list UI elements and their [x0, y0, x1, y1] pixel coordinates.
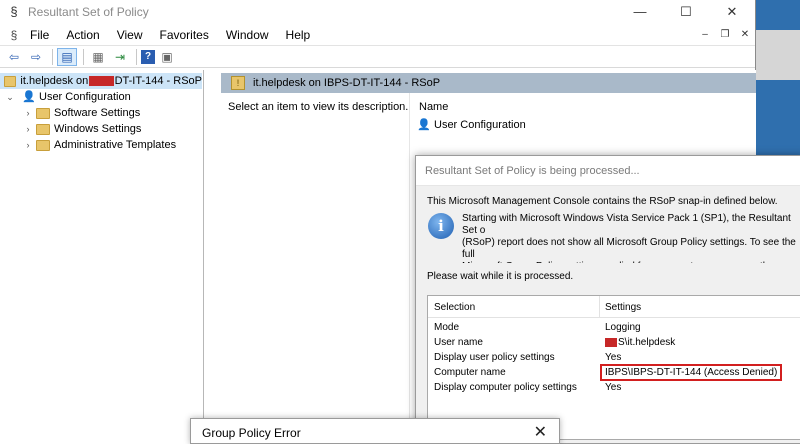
folder-icon [36, 107, 50, 119]
tree-item-administrative-templates[interactable]: › Administrative Templates [0, 137, 203, 153]
back-arrow-icon[interactable]: ⇦ [4, 48, 24, 66]
user-name-value: S\it.helpdesk [618, 337, 676, 348]
menu-view[interactable]: View [109, 24, 152, 46]
user-configuration-icon: 👤 [22, 91, 36, 103]
properties-icon[interactable]: ▦ [88, 48, 108, 66]
tree-item-user-configuration[interactable]: ⌄ 👤 User Configuration [0, 89, 203, 105]
export-list-icon[interactable]: ⇥ [110, 48, 130, 66]
dialog-intro-text: This Microsoft Management Console contai… [427, 196, 778, 207]
dialog-wait-text: Please wait while it is processed. [427, 271, 574, 282]
chevron-right-icon[interactable]: › [22, 108, 34, 118]
tree-root-rsop[interactable]: it.helpdesk on DT-IT-144 - RSoP [0, 73, 202, 89]
close-button[interactable]: ✕ [709, 0, 755, 24]
list-header: Selection Settings [428, 296, 800, 318]
dialog-title: Resultant Set of Policy is being process… [416, 156, 800, 186]
dialog-info-text: Starting with Microsoft Windows Vista Se… [462, 213, 796, 263]
close-icon[interactable]: ✕ [534, 422, 547, 442]
user-configuration-icon: 👤 [417, 119, 431, 131]
chevron-right-icon[interactable]: › [22, 124, 34, 134]
chevron-right-icon[interactable]: › [22, 140, 34, 150]
column-divider[interactable] [599, 296, 600, 318]
tree-item-software-settings[interactable]: › Software Settings [0, 105, 203, 121]
menu-action[interactable]: Action [58, 24, 108, 46]
row-value-user: S\it.helpdesk [605, 337, 675, 348]
group-policy-error-dialog: Group Policy Error ✕ [190, 418, 560, 444]
window-title: Resultant Set of Policy [28, 5, 149, 19]
tree-item-label: Windows Settings [54, 123, 142, 135]
folder-icon [36, 139, 50, 151]
description-text: Select an item to view its description. [228, 101, 409, 113]
mdi-minimize-button[interactable]: – [695, 27, 715, 43]
tree-item-label: Administrative Templates [54, 139, 177, 151]
tree-item-windows-settings[interactable]: › Windows Settings [0, 121, 203, 137]
row-key: User name [434, 337, 483, 348]
show-hide-tree-icon[interactable]: ▤ [57, 47, 77, 66]
list-row: User name S\it.helpdesk [428, 336, 800, 351]
help-icon[interactable]: ? [141, 49, 155, 64]
rsop-icon: ! [231, 76, 245, 90]
pane-divider [409, 93, 410, 444]
tree-root-prefix: it.helpdesk on [20, 75, 89, 87]
row-key: Computer name [434, 367, 506, 378]
toolbar-separator [52, 48, 53, 65]
results-pane-header: ! it.helpdesk on IBPS-DT-IT-144 - RSoP [221, 73, 756, 93]
error-dialog-title: Group Policy Error [202, 426, 301, 440]
row-value-computer: IBPS\IBPS-DT-IT-144 (Access Denied) [600, 364, 783, 381]
redaction-mark [89, 76, 114, 86]
tree-item-label: User Configuration [39, 91, 131, 103]
chevron-down-icon[interactable]: ⌄ [4, 92, 16, 103]
row-value: Logging [605, 322, 641, 333]
action-pane-icon[interactable]: ▣ [157, 48, 177, 66]
list-row: Display computer policy settings Yes [428, 381, 800, 396]
menu-file[interactable]: File [22, 24, 58, 46]
mdi-close-button[interactable]: ✕ [735, 27, 755, 43]
selection-column-header[interactable]: Selection [434, 302, 475, 313]
tree-item-label: Software Settings [54, 107, 141, 119]
toolbar: ⇦ ⇨ ▤ ▦ ⇥ ? ▣ [0, 46, 755, 68]
rsop-processing-dialog: Resultant Set of Policy is being process… [415, 155, 800, 444]
toolbar-separator [136, 48, 137, 65]
rsop-root-icon [4, 75, 17, 87]
list-item-label: User Configuration [434, 119, 526, 131]
results-pane-title: it.helpdesk on IBPS-DT-IT-144 - RSoP [253, 77, 441, 89]
row-key: Display computer policy settings [434, 382, 577, 393]
list-row: Computer name IBPS\IBPS-DT-IT-144 (Acces… [428, 364, 800, 381]
list-item-user-configuration[interactable]: 👤 User Configuration [417, 119, 526, 131]
menu-window[interactable]: Window [218, 24, 278, 46]
maximize-button[interactable]: ☐ [663, 0, 709, 24]
menu-bar: § File Action View Favorites Window Help… [0, 24, 755, 46]
tree-root-suffix: DT-IT-144 - RSoP [114, 75, 202, 87]
name-column-header[interactable]: Name [419, 101, 448, 113]
folder-icon [36, 123, 50, 135]
list-row: Mode Logging [428, 321, 800, 336]
redaction-mark [605, 338, 617, 347]
rsop-app-icon: § [10, 4, 18, 19]
menu-help[interactable]: Help [278, 24, 320, 46]
menu-favorites[interactable]: Favorites [152, 24, 218, 46]
row-value: Yes [605, 352, 622, 363]
row-key: Mode [434, 322, 460, 333]
mdi-restore-button[interactable]: ❐ [715, 27, 735, 43]
row-value: Yes [605, 382, 622, 393]
toolbar-separator [83, 48, 84, 65]
forward-arrow-icon[interactable]: ⇨ [26, 48, 46, 66]
console-doc-icon[interactable]: § [6, 28, 22, 42]
background-window-strip [756, 30, 800, 80]
row-key: Display user policy settings [434, 352, 555, 363]
console-tree: it.helpdesk on DT-IT-144 - RSoP ⌄ 👤 User… [0, 70, 204, 444]
title-bar: § Resultant Set of Policy — ☐ ✕ [0, 0, 755, 24]
access-denied-highlight: IBPS\IBPS-DT-IT-144 (Access Denied) [600, 364, 783, 381]
settings-column-header[interactable]: Settings [605, 302, 641, 313]
minimize-button[interactable]: — [617, 0, 663, 24]
info-icon: i [428, 213, 454, 239]
